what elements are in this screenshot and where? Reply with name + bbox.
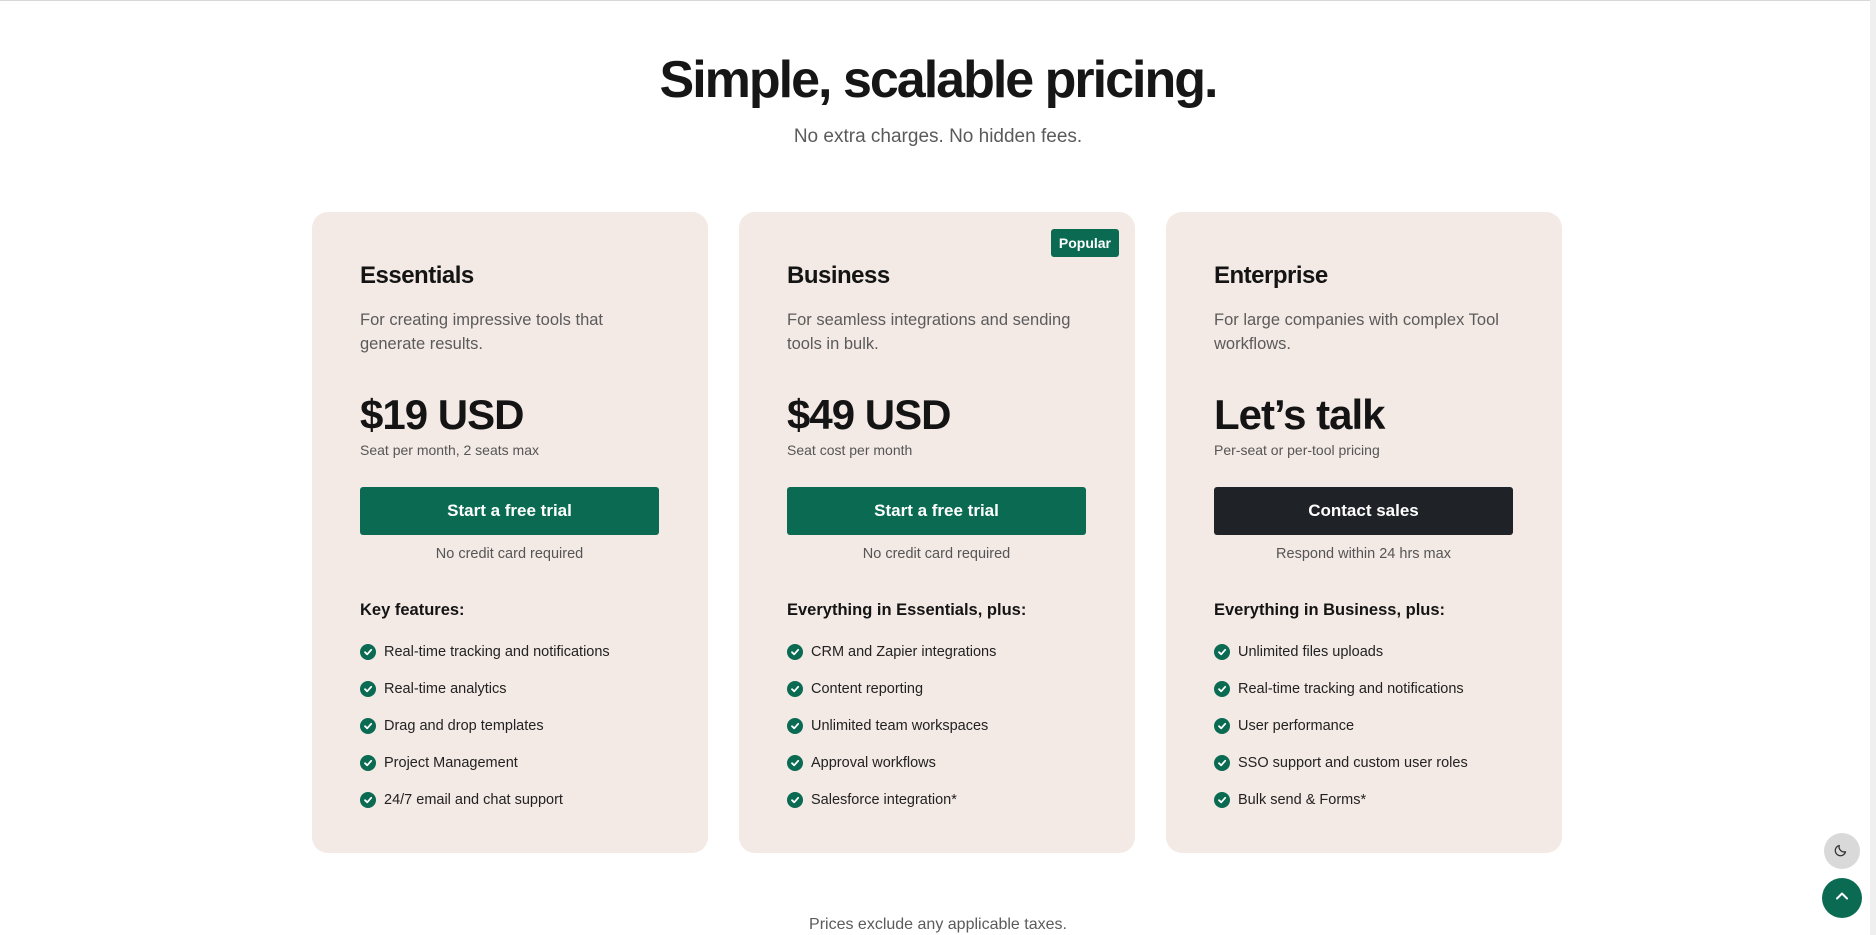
cta-note: No credit card required (435, 546, 584, 562)
feature-list: CRM and Zapier integrations Content repo… (787, 633, 1087, 818)
feature-label: CRM and Zapier integrations (811, 643, 997, 660)
plan-name: Essentials (360, 262, 474, 289)
plan-description: For creating impressive tools that gener… (360, 311, 604, 353)
start-free-trial-button[interactable]: Start a free trial (787, 487, 1086, 535)
feature-item: Unlimited files uploads (1214, 633, 1514, 670)
cta-note: No credit card required (862, 546, 1011, 562)
feature-label: SSO support and custom user roles (1238, 754, 1468, 771)
check-circle-icon (360, 791, 376, 808)
scroll-to-top-button[interactable] (1822, 878, 1862, 918)
feature-label: Unlimited team workspaces (811, 717, 989, 734)
check-circle-icon (360, 717, 376, 734)
plan-price-note: Seat per month, 2 seats max (360, 442, 539, 458)
feature-label: Real-time tracking and notifications (1238, 680, 1464, 697)
pricing-hero: Simple, scalable pricing. No extra charg… (0, 50, 1876, 148)
feature-label: Content reporting (811, 680, 924, 697)
feature-label: User performance (1238, 717, 1355, 734)
plan-card-enterprise: Enterprise For large companies with comp… (1166, 212, 1562, 853)
feature-item: SSO support and custom user roles (1214, 744, 1514, 781)
feature-item: User performance (1214, 707, 1514, 744)
check-circle-icon (1214, 717, 1230, 734)
feature-label: Bulk send & Forms* (1238, 791, 1367, 808)
plan-name: Business (787, 262, 890, 289)
feature-label: Real-time analytics (384, 680, 507, 697)
feature-item: Salesforce integration* (787, 781, 1087, 818)
feature-list: Real-time tracking and notifications Rea… (360, 633, 660, 818)
check-circle-icon (787, 754, 803, 771)
theme-toggle-button[interactable] (1824, 833, 1860, 869)
check-circle-icon (1214, 680, 1230, 697)
feature-label: 24/7 email and chat support (384, 791, 563, 808)
check-circle-icon (787, 643, 803, 660)
pricing-footnote: Prices exclude any applicable taxes. (809, 916, 1067, 933)
features-title: Everything in Business, plus: (1214, 601, 1446, 619)
plan-price-note: Seat cost per month (787, 442, 913, 458)
cta-note: Respond within 24 hrs max (1276, 546, 1451, 562)
feature-label: Approval workflows (811, 754, 936, 771)
feature-item: Project Management (360, 744, 660, 781)
pricing-cards: Essentials For creating impressive tools… (312, 212, 1562, 853)
plan-description: For large companies with complex Tool wo… (1214, 311, 1499, 353)
check-circle-icon (360, 680, 376, 697)
feature-item: 24/7 email and chat support (360, 781, 660, 818)
check-circle-icon (787, 680, 803, 697)
plan-name: Enterprise (1214, 262, 1328, 289)
check-circle-icon (1214, 643, 1230, 660)
plan-price: Let’s talk (1214, 391, 1386, 438)
feature-label: Drag and drop templates (384, 717, 544, 734)
feature-item: Approval workflows (787, 744, 1087, 781)
feature-item: CRM and Zapier integrations (787, 633, 1087, 670)
check-circle-icon (360, 643, 376, 660)
features-title: Key features: (360, 601, 465, 619)
plan-price: $49 USD (787, 391, 951, 438)
feature-item: Drag and drop templates (360, 707, 660, 744)
plan-description: For seamless integrations and sending to… (787, 311, 1071, 353)
check-circle-icon (787, 717, 803, 734)
check-circle-icon (1214, 754, 1230, 771)
feature-list: Unlimited files uploads Real-time tracki… (1214, 633, 1514, 818)
feature-label: Real-time tracking and notifications (384, 643, 610, 660)
feature-item: Content reporting (787, 670, 1087, 707)
features-title: Everything in Essentials, plus: (787, 601, 1027, 619)
plan-card-business: Popular Business For seamless integratio… (739, 212, 1135, 853)
plan-card-essentials: Essentials For creating impressive tools… (312, 212, 708, 853)
feature-item: Real-time tracking and notifications (360, 633, 660, 670)
contact-sales-button[interactable]: Contact sales (1214, 487, 1513, 535)
start-free-trial-button[interactable]: Start a free trial (360, 487, 659, 535)
check-circle-icon (1214, 791, 1230, 808)
moon-icon (1834, 841, 1850, 862)
feature-label: Salesforce integration* (811, 791, 957, 808)
plan-price: $19 USD (360, 391, 524, 438)
feature-item: Bulk send & Forms* (1214, 781, 1514, 818)
chevron-up-icon (1833, 887, 1851, 910)
plan-price-note: Per-seat or per-tool pricing (1214, 442, 1380, 458)
feature-item: Real-time analytics (360, 670, 660, 707)
page-title: Simple, scalable pricing. (659, 51, 1219, 109)
top-border (0, 0, 1876, 1)
check-circle-icon (360, 754, 376, 771)
feature-item: Real-time tracking and notifications (1214, 670, 1514, 707)
feature-label: Project Management (384, 754, 518, 771)
page-subtitle: No extra charges. No hidden fees. (793, 126, 1083, 147)
check-circle-icon (787, 791, 803, 808)
popular-badge: Popular (1050, 229, 1119, 257)
feature-item: Unlimited team workspaces (787, 707, 1087, 744)
feature-label: Unlimited files uploads (1238, 643, 1384, 660)
